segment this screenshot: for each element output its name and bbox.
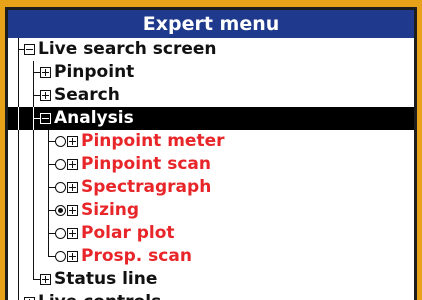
collapse-icon[interactable] <box>24 44 35 55</box>
tree-item-label: Sizing <box>81 200 140 220</box>
tree-item-status-line[interactable]: Status line <box>8 268 414 291</box>
tree-item-label: Live controls <box>38 291 161 300</box>
tree-item-label: Prosp. scan <box>81 246 192 266</box>
expand-icon[interactable] <box>67 228 78 239</box>
tree-item-label: Pinpoint meter <box>81 131 225 151</box>
expert-menu-panel: Expert menu Live search screen Pinpoint <box>5 7 417 300</box>
radio-button[interactable] <box>55 228 66 239</box>
radio-button[interactable] <box>55 182 66 193</box>
collapse-icon[interactable] <box>40 113 51 124</box>
expand-icon[interactable] <box>67 159 78 170</box>
tree-item-label: Pinpoint scan <box>81 154 211 174</box>
tree-item-live-search-screen[interactable]: Live search screen <box>8 38 414 61</box>
expand-icon[interactable] <box>40 67 51 78</box>
tree-item-label: Live search screen <box>38 39 217 59</box>
tree-item-sizing[interactable]: Sizing <box>8 199 414 222</box>
tree-item-prosp-scan[interactable]: Prosp. scan <box>8 245 414 268</box>
menu-title: Expert menu <box>8 10 414 38</box>
tree-item-label: Spectragraph <box>81 177 212 197</box>
tree-item-pinpoint-scan[interactable]: Pinpoint scan <box>8 153 414 176</box>
radio-button[interactable] <box>55 251 66 262</box>
radio-button-checked[interactable] <box>55 205 66 216</box>
tree-item-label: Search <box>54 85 120 105</box>
expand-icon[interactable] <box>67 251 78 262</box>
tree-item-label: Pinpoint <box>54 62 135 82</box>
expand-icon[interactable] <box>67 205 78 216</box>
tree-item-spectragraph[interactable]: Spectragraph <box>8 176 414 199</box>
expand-icon[interactable] <box>40 90 51 101</box>
tree-item-live-controls[interactable]: Live controls <box>8 291 414 300</box>
expand-icon[interactable] <box>40 274 51 285</box>
tree-item-label: Status line <box>54 269 158 289</box>
tree-item-label: Polar plot <box>81 223 175 243</box>
tree-item-analysis[interactable]: Analysis <box>8 107 414 130</box>
expand-icon[interactable] <box>67 136 78 147</box>
device-frame: Expert menu Live search screen Pinpoint <box>0 0 422 300</box>
radio-button[interactable] <box>55 159 66 170</box>
tree-item-label: Analysis <box>54 108 134 128</box>
tree-item-search[interactable]: Search <box>8 84 414 107</box>
tree-item-pinpoint[interactable]: Pinpoint <box>8 61 414 84</box>
tree-item-polar-plot[interactable]: Polar plot <box>8 222 414 245</box>
radio-button[interactable] <box>55 136 66 147</box>
tree-item-pinpoint-meter[interactable]: Pinpoint meter <box>8 130 414 153</box>
expand-icon[interactable] <box>67 182 78 193</box>
